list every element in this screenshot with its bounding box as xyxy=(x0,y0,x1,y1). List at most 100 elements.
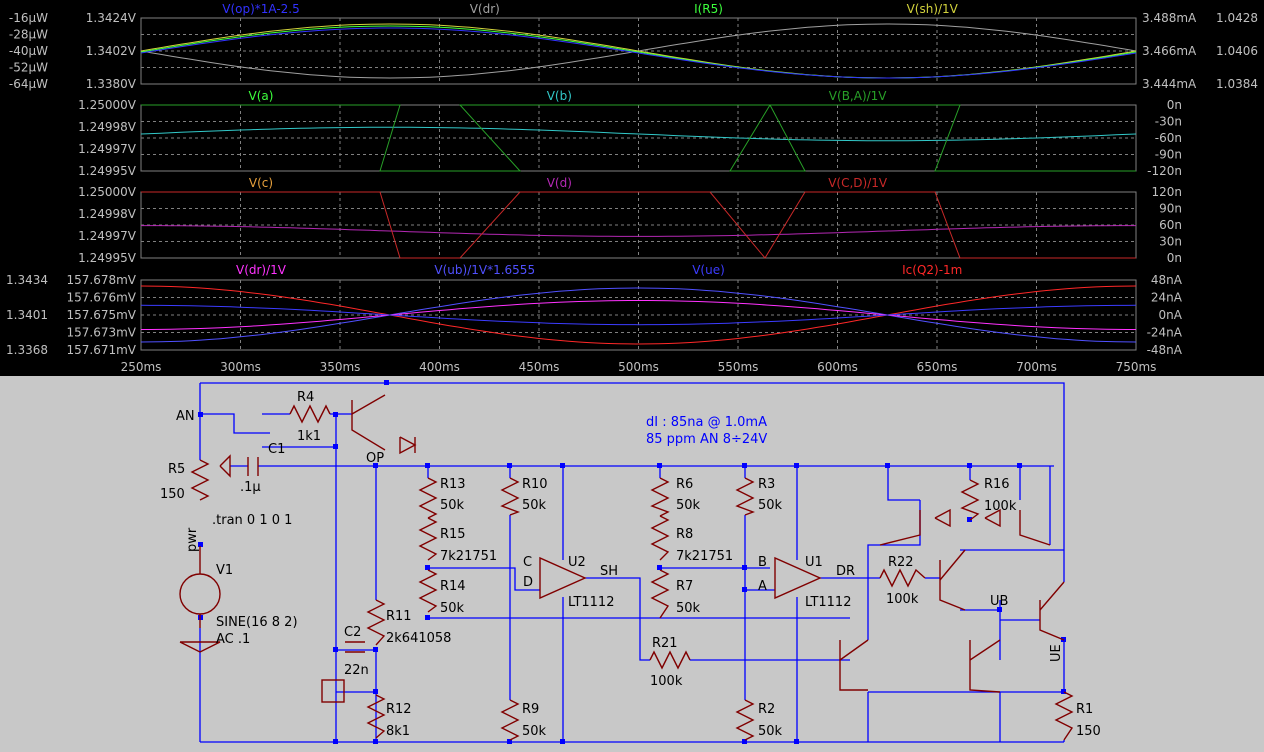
left-axis-outer-tick: -28µW xyxy=(9,28,48,42)
component-value-r11[interactable]: 2k641058 xyxy=(386,631,451,646)
right-axis-tick: 48nA xyxy=(1151,273,1183,287)
component-ref-r15[interactable]: R15 xyxy=(440,527,466,542)
component-value-r2[interactable]: 50k xyxy=(758,724,783,739)
component-value-u2[interactable]: LT1112 xyxy=(568,595,614,610)
component-ref-r3[interactable]: R3 xyxy=(758,477,775,492)
component-value-r12[interactable]: 8k1 xyxy=(386,724,410,739)
left-axis-outer-tick: -52µW xyxy=(9,61,48,75)
note-line-1: dI : 85na @ 1.0mA xyxy=(646,415,767,430)
component-value-r10[interactable]: 50k xyxy=(522,498,547,513)
component-ref-u1[interactable]: U1 xyxy=(805,555,823,570)
left-axis-tick: 157.671mV xyxy=(66,343,136,357)
left-axis-outer-tick: 1.3368 xyxy=(6,343,48,357)
trace-label[interactable]: V(dr) xyxy=(470,2,500,16)
component-ref-r9[interactable]: R9 xyxy=(522,702,539,717)
component-value-r4[interactable]: 1k1 xyxy=(297,429,321,444)
left-axis-tick: 1.24995V xyxy=(78,164,137,178)
component-ref-r6[interactable]: R6 xyxy=(676,477,693,492)
left-axis-tick: 157.673mV xyxy=(66,326,136,340)
component-ref-r10[interactable]: R10 xyxy=(522,477,548,492)
trace-label[interactable]: V(a) xyxy=(249,89,274,103)
left-axis-tick: 1.3402V xyxy=(86,44,137,58)
right-axis-outer-tick: 1.0406 xyxy=(1216,44,1258,58)
component-value-r5[interactable]: 150 xyxy=(160,487,185,502)
component-value-r7[interactable]: 50k xyxy=(676,601,701,616)
component-ref-c1[interactable]: C1 xyxy=(268,442,285,457)
left-axis-outer-tick: -16µW xyxy=(9,11,48,25)
component-ref-c2[interactable]: C2 xyxy=(344,625,361,640)
net-label-op: OP xyxy=(366,451,384,466)
component-ref-r5[interactable]: R5 xyxy=(168,462,185,477)
right-axis-outer-tick: 1.0428 xyxy=(1216,11,1258,25)
component-value-c2[interactable]: 22n xyxy=(344,663,369,678)
component-ref-r21[interactable]: R21 xyxy=(652,636,678,651)
left-axis-tick: 1.24998V xyxy=(78,120,137,134)
trace-label[interactable]: V(B,A)/1V xyxy=(829,89,888,103)
source-value: SINE(16 8 2) xyxy=(216,615,298,630)
component-ref-r22[interactable]: R22 xyxy=(888,555,914,570)
component-ref-r2[interactable]: R2 xyxy=(758,702,775,717)
right-axis-tick: -120n xyxy=(1147,164,1182,178)
left-axis-outer-tick: -40µW xyxy=(9,44,48,58)
left-axis-tick: 157.678mV xyxy=(66,273,136,287)
component-value-r21[interactable]: 100k xyxy=(650,674,683,689)
right-axis-tick: 60n xyxy=(1159,218,1182,232)
component-ref-u2[interactable]: U2 xyxy=(568,555,586,570)
component-value-r15[interactable]: 7k21751 xyxy=(440,549,497,564)
component-value-r22[interactable]: 100k xyxy=(886,592,919,607)
component-value-r16[interactable]: 100k xyxy=(984,499,1017,514)
right-axis-tick: 3.466mA xyxy=(1142,44,1197,58)
trace-label[interactable]: I(R5) xyxy=(694,2,723,16)
right-axis-tick: -90n xyxy=(1155,148,1182,162)
trace-label[interactable]: V(dr)/1V xyxy=(236,263,287,277)
left-axis-tick: 1.25000V xyxy=(78,185,137,199)
left-axis-tick: 1.25000V xyxy=(78,98,137,112)
trace-label[interactable]: V(d) xyxy=(547,176,572,190)
source-name: V1 xyxy=(216,563,233,578)
component-value-r8[interactable]: 7k21751 xyxy=(676,549,733,564)
net-label-sh: SH xyxy=(600,564,618,579)
component-value-u1[interactable]: LT1112 xyxy=(805,595,851,610)
trace-label[interactable]: V(b) xyxy=(547,89,572,103)
component-ref-r8[interactable]: R8 xyxy=(676,527,693,542)
right-axis-tick: -48nA xyxy=(1147,343,1183,357)
component-ref-r16[interactable]: R16 xyxy=(984,477,1010,492)
schematic-editor[interactable] xyxy=(0,376,1264,752)
component-value-r14[interactable]: 50k xyxy=(440,601,465,616)
component-ref-r7[interactable]: R7 xyxy=(676,579,693,594)
trace-label[interactable]: V(C,D)/1V xyxy=(828,176,888,190)
right-axis-tick: 3.488mA xyxy=(1142,11,1197,25)
trace-label[interactable]: V(ue) xyxy=(692,263,725,277)
component-ref-r14[interactable]: R14 xyxy=(440,579,466,594)
net-label-c: C xyxy=(523,555,532,570)
component-value-r13[interactable]: 50k xyxy=(440,498,465,513)
spice-directive: .tran 0 1 0 1 xyxy=(212,513,292,528)
component-value-r9[interactable]: 50k xyxy=(522,724,547,739)
trace-label[interactable]: V(ub)/1V*1.6555 xyxy=(434,263,535,277)
left-axis-tick: 157.675mV xyxy=(66,308,136,322)
trace-label[interactable]: V(op)*1A-2.5 xyxy=(222,2,300,16)
x-axis-tick: 650ms xyxy=(917,360,958,374)
component-ref-r11[interactable]: R11 xyxy=(386,609,412,624)
x-axis-tick: 250ms xyxy=(121,360,162,374)
component-ref-r4[interactable]: R4 xyxy=(297,390,314,405)
x-axis-tick: 450ms xyxy=(519,360,560,374)
left-axis-tick: 1.24995V xyxy=(78,251,137,265)
right-axis-tick: 0n xyxy=(1167,98,1182,112)
trace-label[interactable]: V(sh)/1V xyxy=(907,2,959,16)
right-axis-tick: -30n xyxy=(1155,115,1182,129)
trace-label[interactable]: Ic(Q2)-1m xyxy=(902,263,962,277)
left-axis-outer-tick: 1.3434 xyxy=(6,273,48,287)
component-ref-r1[interactable]: R1 xyxy=(1076,702,1093,717)
component-value-r3[interactable]: 50k xyxy=(758,498,783,513)
component-ref-r13[interactable]: R13 xyxy=(440,477,466,492)
left-axis-tick: 1.24997V xyxy=(78,229,137,243)
component-value-r6[interactable]: 50k xyxy=(676,498,701,513)
component-value-c1[interactable]: .1µ xyxy=(240,480,261,495)
right-axis-tick: -60n xyxy=(1155,131,1182,145)
trace-label[interactable]: V(c) xyxy=(249,176,273,190)
component-value-r1[interactable]: 150 xyxy=(1076,724,1101,739)
x-axis-tick: 400ms xyxy=(419,360,460,374)
component-ref-r12[interactable]: R12 xyxy=(386,702,412,717)
ltspice-window: V(op)*1A-2.5 V(dr) I(R5) V(sh)/1V -16µW -28µW… xyxy=(0,0,1264,752)
